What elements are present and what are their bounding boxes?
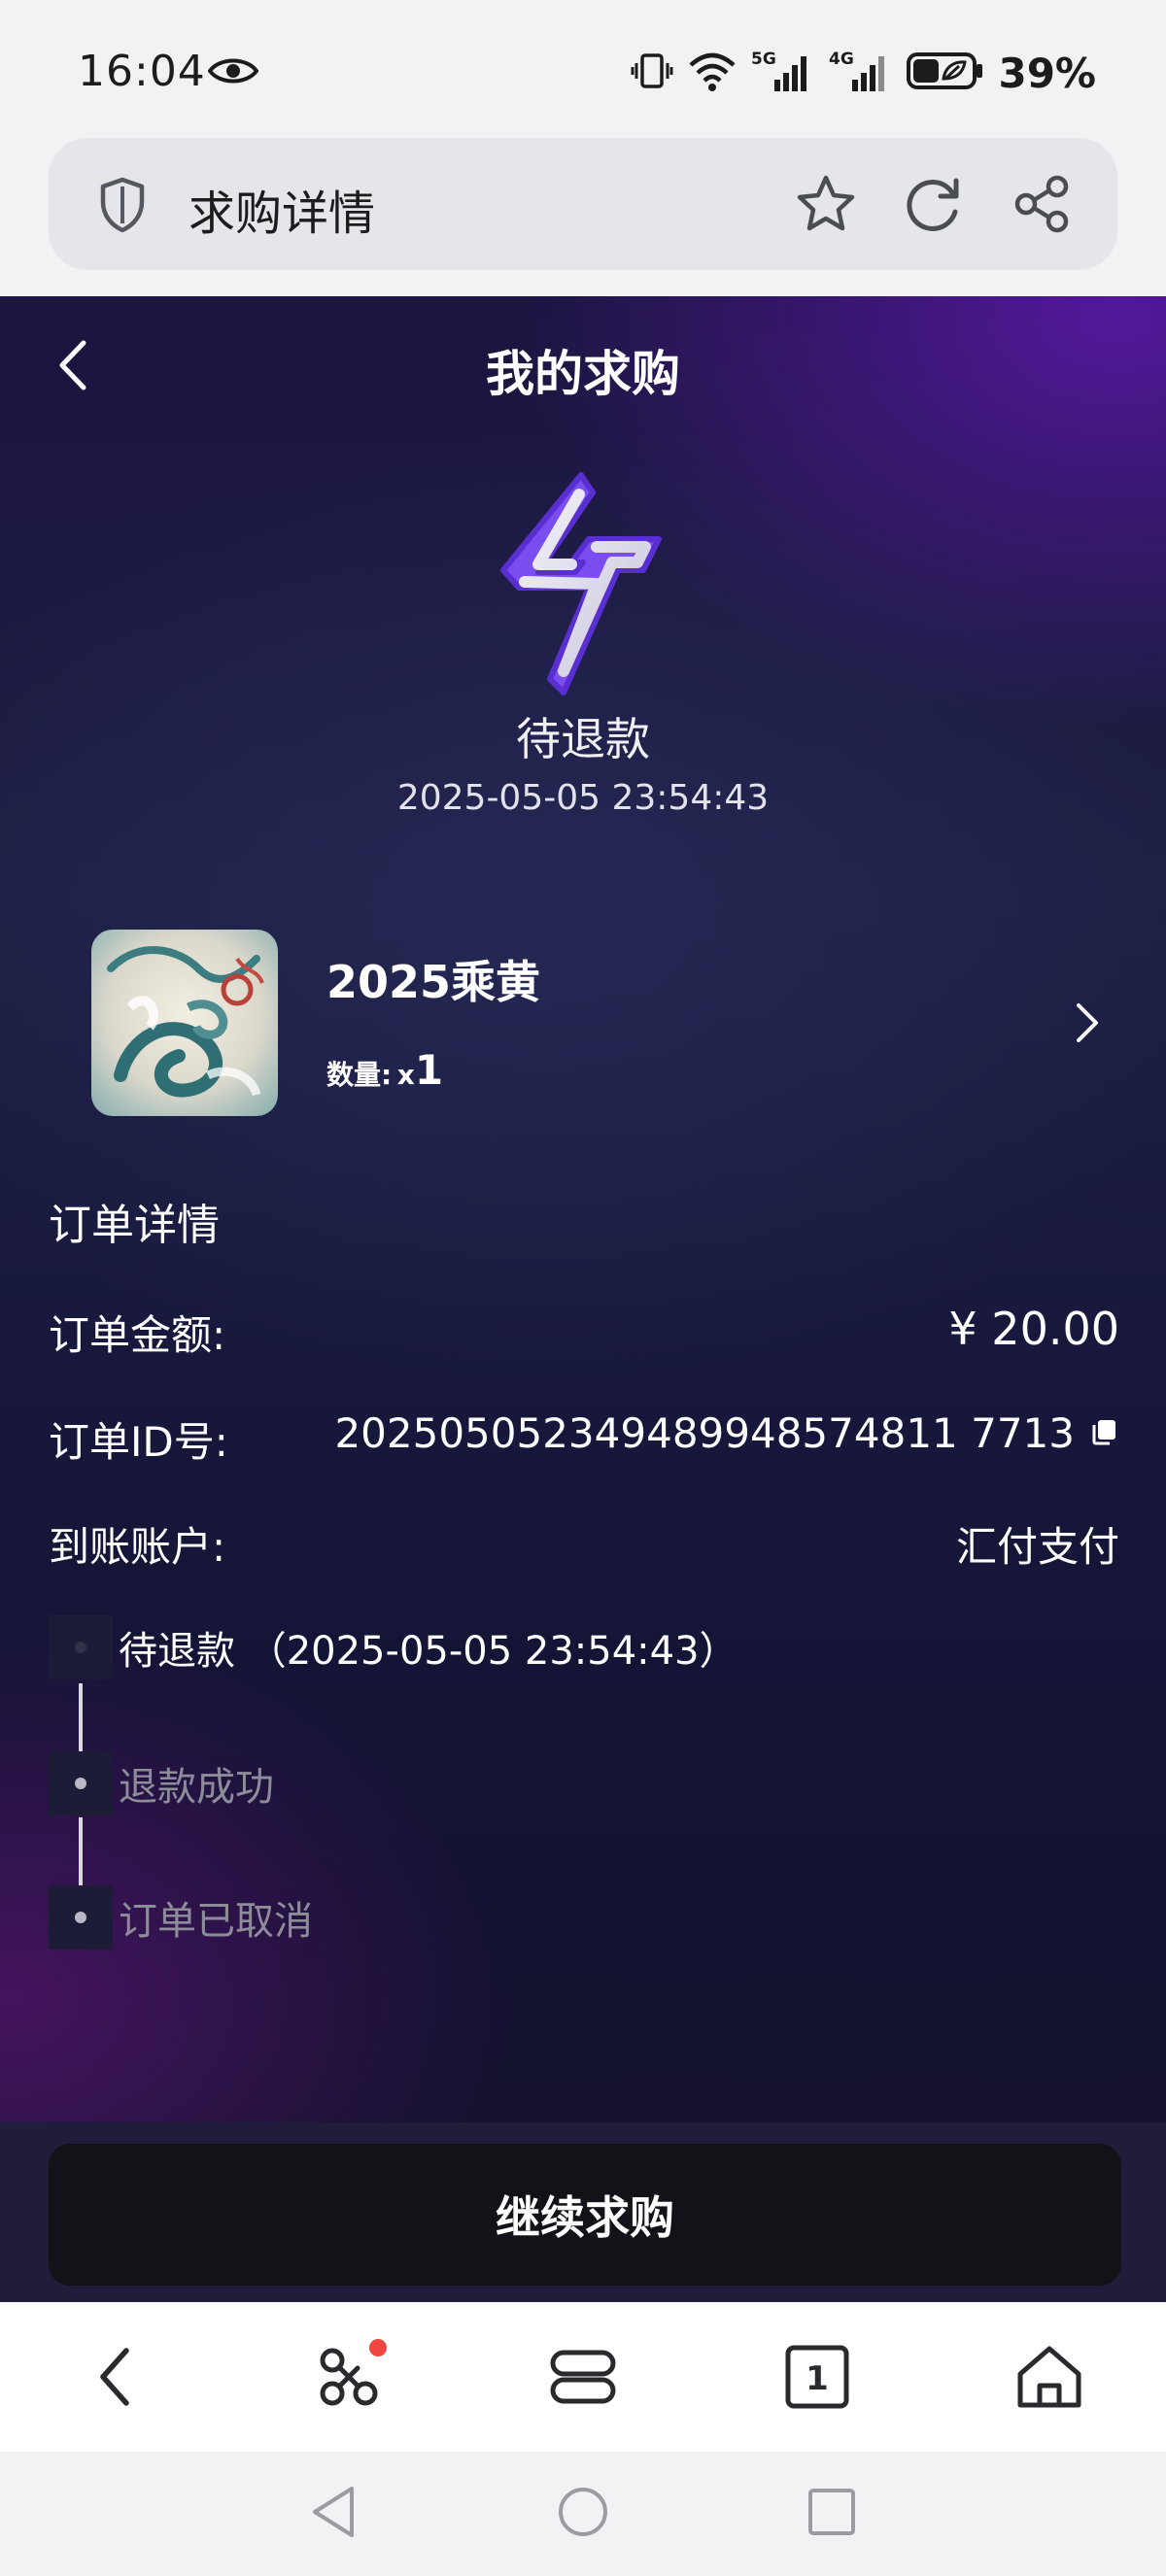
system-nav-bar [0, 2452, 1166, 2576]
product-thumbnail [91, 930, 278, 1116]
eye-icon [207, 54, 259, 91]
battery-saver-icon [907, 51, 984, 95]
timeline-dot [49, 1751, 113, 1815]
vibrate-icon [631, 50, 673, 96]
address-bar[interactable]: 求购详情 [49, 138, 1117, 270]
status-bar: 16:04 5G 4G 39% [0, 0, 1166, 136]
chevron-right-icon[interactable] [1073, 1000, 1102, 1050]
svg-text:5G: 5G [751, 50, 776, 69]
wifi-icon [687, 50, 737, 96]
timeline-connector [79, 1817, 83, 1887]
nav-back-icon[interactable] [91, 2343, 140, 2415]
shield-icon[interactable] [99, 177, 146, 237]
timeline-dot [49, 1615, 113, 1679]
order-details-title: 订单详情 [49, 1201, 220, 1250]
menu-icon[interactable] [549, 2343, 617, 2415]
signal-5g-icon: 5G [751, 49, 815, 97]
timeline-dot [49, 1885, 113, 1949]
copy-icon[interactable] [1088, 1409, 1119, 1457]
browser-toolbar: 1 [0, 2302, 1166, 2452]
timeline-step-text: 订单已取消 [119, 1899, 313, 1944]
page-title: 求购详情 [189, 186, 376, 241]
timeline-connector [79, 1683, 83, 1753]
quantity-value: 1 [414, 1046, 444, 1094]
order-amount-row: 订单金额: ¥ 20.00 [49, 1303, 1119, 1361]
timeline-step-text: 退款成功 [119, 1765, 274, 1810]
svg-text:4G: 4G [829, 50, 854, 69]
product-card[interactable]: 2025乘黄 数量: x1 [91, 930, 1102, 1116]
status-icons: 5G 4G 39% [631, 49, 1096, 97]
timeline-step: 订单已取消 [49, 1885, 1117, 1949]
timeline-step: 待退款 （2025-05-05 23:54:43） [49, 1615, 1117, 1679]
tabs-icon[interactable]: 1 [783, 2343, 851, 2415]
order-id-row: 订单ID号: 202505052349489948574811 7713 [49, 1409, 1119, 1468]
order-amount-label: 订单金额: [49, 1311, 226, 1359]
notification-dot [369, 2339, 387, 2356]
svg-text:1: 1 [806, 2359, 829, 2398]
brand-logo-icon [496, 471, 670, 700]
system-back-icon[interactable] [309, 2485, 358, 2543]
order-status-label: 待退款 [516, 713, 650, 765]
status-time: 16:04 [78, 47, 206, 96]
timeline-step: 退款成功 [49, 1751, 1117, 1815]
payout-account-label: 到账账户: [49, 1523, 226, 1571]
battery-percent: 39% [998, 49, 1096, 97]
order-amount-value: ¥ 20.00 [948, 1303, 1119, 1355]
star-icon[interactable] [795, 173, 857, 239]
payout-account-row: 到账账户: 汇付支付 [49, 1514, 1119, 1573]
quantity-label: 数量: [326, 1059, 393, 1091]
home-icon[interactable] [1014, 2343, 1084, 2415]
header-title: 我的求购 [486, 346, 680, 402]
signal-4g-icon: 4G [829, 49, 893, 97]
reload-icon[interactable] [902, 173, 964, 239]
continue-purchase-button[interactable]: 继续求购 [49, 2144, 1121, 2286]
order-status-time: 2025-05-05 23:54:43 [396, 778, 770, 818]
share-icon[interactable] [1011, 173, 1073, 239]
timeline-step-text: 待退款 （2025-05-05 23:54:43） [119, 1629, 738, 1674]
quantity-prefix: x [396, 1059, 415, 1091]
product-quantity: 数量: x1 [326, 1046, 443, 1094]
product-name: 2025乘黄 [326, 956, 541, 1008]
status-timeline: 待退款 （2025-05-05 23:54:43） 退款成功 订单已取消 [49, 1615, 1117, 1965]
system-recents-icon[interactable] [806, 2487, 857, 2541]
order-id-label: 订单ID号: [49, 1418, 228, 1466]
payout-account-value: 汇付支付 [955, 1523, 1119, 1571]
order-id-value: 202505052349489948574811 7713 [334, 1409, 1075, 1457]
order-detail-page: 我的求购 待退款 2025-05-05 23:54:43 2025乘黄 数量: … [0, 296, 1166, 2302]
system-home-icon[interactable] [556, 2485, 610, 2543]
